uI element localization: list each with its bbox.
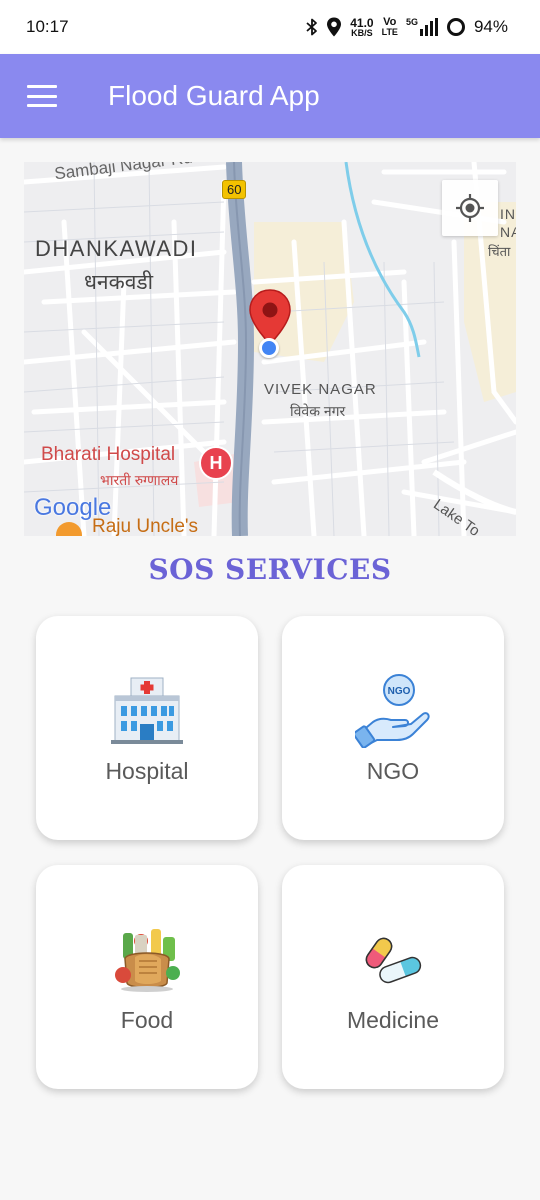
hospital-building-icon: [36, 672, 258, 748]
status-time: 10:17: [26, 17, 69, 36]
ngo-card-label: NGO: [366, 758, 420, 784]
food-card[interactable]: Food: [36, 865, 258, 1089]
map-hospital-label-hindi: भारती रुग्णालय: [100, 472, 179, 488]
map-poi-label: Raju Uncle's: [92, 516, 199, 536]
food-groceries-icon: [36, 921, 258, 997]
status-icons: 41.0 KB/S Vo LTE 5G 94%: [306, 17, 508, 38]
ngo-badge-text: NGO: [388, 686, 411, 697]
map-hospital-label: Bharati Hospital: [41, 444, 176, 465]
medicine-card-label: Medicine: [346, 1007, 440, 1033]
volte-indicator: Vo LTE: [381, 16, 398, 37]
sos-services-title: SOS SERVICES: [148, 553, 392, 586]
ngo-hand-icon: NGO: [282, 672, 504, 748]
food-card-label: Food: [120, 1007, 174, 1033]
map-area-label: DHANKAWADI: [35, 236, 198, 261]
map-view[interactable]: Sambaji Nagar Rd 60 DHANKAWADI धनकवडी VI…: [24, 162, 516, 536]
battery-ring-icon: [446, 18, 465, 36]
map-right-label: IN: [500, 206, 516, 222]
battery-percent: 94%: [473, 17, 508, 36]
location-icon: [327, 17, 342, 37]
crosshair-icon: [456, 194, 484, 222]
highway-shield: 60: [222, 180, 247, 199]
map-vivek-label-hindi: विवेक नगर: [290, 403, 346, 419]
hamburger-menu-icon[interactable]: [27, 85, 57, 107]
hospital-map-marker[interactable]: H: [199, 446, 233, 480]
signal-5g: 5G: [406, 18, 438, 36]
bluetooth-icon: [306, 18, 318, 36]
app-bar: Flood Guard App: [0, 54, 540, 138]
map-vivek-label: VIVEK NAGAR: [264, 381, 377, 398]
app-title: Flood Guard App: [108, 80, 320, 111]
ngo-card[interactable]: NGO NGO: [282, 616, 504, 840]
net-speed: 41.0 KB/S: [350, 15, 374, 38]
hospital-card[interactable]: Hospital: [36, 616, 258, 840]
signal-bars-icon: [419, 18, 438, 36]
map-area-label-hindi: धनकवडी: [84, 271, 154, 294]
medicine-card[interactable]: Medicine: [282, 865, 504, 1089]
user-location-dot: [259, 338, 279, 358]
map-right-label-2: NA: [500, 224, 516, 240]
hospital-card-label: Hospital: [105, 758, 189, 784]
my-location-button[interactable]: [442, 180, 498, 236]
status-bar: 10:17 41.0 KB/S Vo LTE 5G 94%: [0, 0, 540, 54]
map-right-label-hindi: चिंता: [488, 244, 511, 259]
medicine-capsule-icon: [282, 921, 504, 997]
hospital-marker-letter: H: [209, 452, 223, 473]
